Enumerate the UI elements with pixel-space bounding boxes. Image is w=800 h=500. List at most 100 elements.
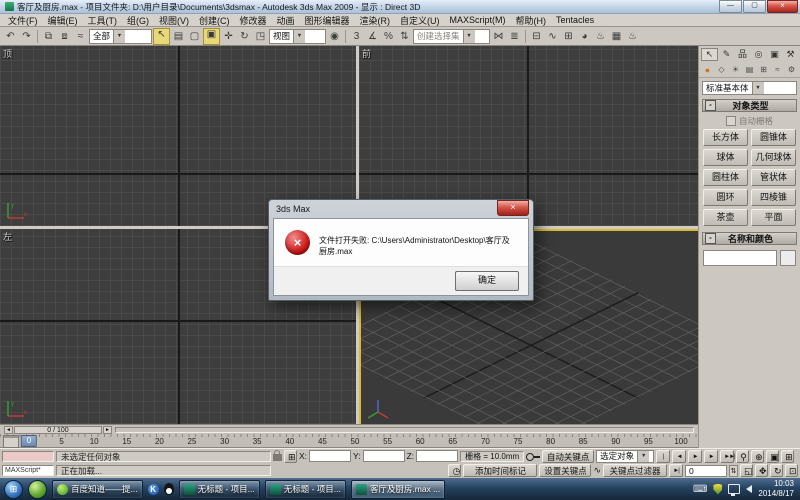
security-shield-icon[interactable] bbox=[713, 484, 722, 495]
next-key-button[interactable]: ►| bbox=[669, 464, 683, 477]
use-pivot-center-icon[interactable]: ◉ bbox=[327, 29, 342, 44]
selection-filter-dropdown[interactable]: 全部 ▼ bbox=[89, 29, 152, 44]
y-coordinate-field[interactable] bbox=[363, 450, 405, 462]
spacewarps-category-icon[interactable]: ≈ bbox=[771, 65, 784, 74]
object-type-rollout[interactable]: - 对象类型 bbox=[702, 99, 797, 112]
spinner-snap-icon[interactable]: ⇅ bbox=[397, 29, 412, 44]
shapes-category-icon[interactable]: ◇ bbox=[715, 65, 728, 74]
time-slider[interactable]: 0 / 100 bbox=[14, 426, 102, 434]
systems-category-icon[interactable]: ⚙ bbox=[785, 65, 798, 74]
tab-display[interactable]: ▣ bbox=[767, 48, 782, 61]
chevron-down-icon[interactable]: ▼ bbox=[113, 30, 125, 43]
time-slider-track[interactable] bbox=[115, 427, 694, 433]
pyramid-button[interactable]: 四棱锥 bbox=[751, 189, 796, 206]
menu-modifiers[interactable]: 修改器 bbox=[235, 14, 272, 27]
taskbar-active-window[interactable]: 客厅及厨房.max ... bbox=[351, 480, 445, 499]
chevron-down-icon[interactable]: ▼ bbox=[637, 451, 649, 462]
zoom-all-icon[interactable]: ⊕ bbox=[751, 450, 764, 463]
tab-hierarchy[interactable]: 品 bbox=[735, 48, 750, 61]
collapse-icon[interactable]: - bbox=[705, 233, 716, 244]
key-filters-button[interactable]: 关键点过滤器 bbox=[603, 464, 667, 477]
menu-edit[interactable]: 编辑(E) bbox=[43, 14, 83, 27]
sphere-button[interactable]: 球体 bbox=[703, 149, 748, 166]
cylinder-button[interactable]: 圆柱体 bbox=[703, 169, 748, 186]
go-to-end-button[interactable]: ►►| bbox=[720, 450, 734, 463]
named-selection-set-dropdown[interactable]: 创建选择集 ▼ bbox=[413, 29, 490, 44]
play-button[interactable]: ► bbox=[688, 450, 702, 463]
chevron-down-icon[interactable]: ▼ bbox=[752, 82, 764, 94]
layer-manager-icon[interactable]: ⊟ bbox=[529, 29, 544, 44]
arc-rotate-icon[interactable]: ↻ bbox=[770, 464, 783, 477]
rendered-frame-icon[interactable]: ▦ bbox=[609, 29, 624, 44]
viewport-top-label[interactable]: 顶 bbox=[3, 47, 12, 60]
taskbar-max-window-1[interactable]: 无标题 - 项目... bbox=[179, 480, 260, 499]
volume-icon[interactable] bbox=[746, 485, 752, 493]
tab-motion[interactable]: ◎ bbox=[751, 48, 766, 61]
maximize-viewport-toggle-icon[interactable]: ⊡ bbox=[785, 464, 798, 477]
menu-group[interactable]: 组(G) bbox=[122, 14, 154, 27]
align-icon[interactable]: ≣ bbox=[507, 29, 522, 44]
autogrid-checkbox[interactable] bbox=[726, 116, 736, 126]
track-bar[interactable]: 0510152025303540455055606570758085909510… bbox=[0, 434, 698, 448]
snap-toggle-3d-icon[interactable]: 3 bbox=[349, 29, 364, 44]
qq-icon[interactable] bbox=[164, 483, 174, 495]
helpers-category-icon[interactable]: ⊞ bbox=[757, 65, 770, 74]
frame-spinner[interactable]: ⇅ bbox=[729, 465, 738, 477]
menu-views[interactable]: 视图(V) bbox=[154, 14, 194, 27]
menu-create[interactable]: 创建(C) bbox=[194, 14, 235, 27]
region-zoom-icon[interactable]: ◱ bbox=[740, 464, 753, 477]
tab-create[interactable]: ↖ bbox=[701, 48, 718, 61]
set-key-button[interactable]: 设置关键点 bbox=[539, 464, 591, 477]
absolute-mode-icon[interactable]: ⊞ bbox=[284, 450, 297, 463]
select-rotate-icon[interactable]: ↻ bbox=[237, 29, 252, 44]
name-color-rollout[interactable]: - 名称和颜色 bbox=[702, 232, 797, 245]
select-move-icon[interactable]: ✛ bbox=[221, 29, 236, 44]
redo-icon[interactable]: ↷ bbox=[19, 29, 34, 44]
menu-customize[interactable]: 自定义(U) bbox=[395, 14, 445, 27]
time-slider-right-arrow[interactable]: ► bbox=[103, 426, 112, 434]
geometry-category-icon[interactable]: ● bbox=[701, 65, 714, 75]
chevron-down-icon[interactable]: ▼ bbox=[293, 30, 305, 43]
close-button[interactable]: × bbox=[767, 0, 798, 13]
auto-key-button[interactable]: 自动关键点 bbox=[542, 450, 594, 463]
zoom-extents-icon[interactable]: ▣ bbox=[766, 450, 779, 463]
box-button[interactable]: 长方体 bbox=[703, 129, 748, 146]
macro-recorder-field[interactable] bbox=[2, 451, 54, 462]
cone-button[interactable]: 圆锥体 bbox=[751, 129, 796, 146]
viewport-left-label[interactable]: 左 bbox=[3, 230, 12, 243]
mini-listener-icon[interactable] bbox=[3, 435, 19, 448]
reference-coordinate-dropdown[interactable]: 视图 ▼ bbox=[269, 29, 326, 44]
tube-button[interactable]: 管状体 bbox=[751, 169, 796, 186]
torus-button[interactable]: 圆环 bbox=[703, 189, 748, 206]
ok-button[interactable]: 确定 bbox=[455, 271, 519, 291]
tab-utilities[interactable]: ⚒ bbox=[783, 48, 798, 61]
browser-launcher-icon[interactable] bbox=[28, 480, 47, 499]
next-frame-button[interactable]: ► bbox=[704, 450, 718, 463]
taskbar-max-window-2[interactable]: 无标题 - 项目... bbox=[265, 480, 346, 499]
angle-snap-icon[interactable]: ∡ bbox=[365, 29, 380, 44]
select-link-icon[interactable]: ⧉ bbox=[41, 29, 56, 44]
tab-modify[interactable]: ✎ bbox=[719, 48, 734, 61]
schematic-view-icon[interactable]: ⊞ bbox=[561, 29, 576, 44]
taskbar-baidu-window[interactable]: 百度知道——提... bbox=[52, 480, 143, 499]
network-icon[interactable] bbox=[728, 484, 740, 494]
rectangular-selection-icon[interactable]: ▢ bbox=[187, 29, 202, 44]
time-slider-left-arrow[interactable]: ◄ bbox=[4, 426, 13, 434]
menu-tools[interactable]: 工具(T) bbox=[83, 14, 123, 27]
geosphere-button[interactable]: 几何球体 bbox=[751, 149, 796, 166]
go-to-start-button[interactable]: |◄◄ bbox=[656, 450, 670, 463]
teapot-button[interactable]: 茶壶 bbox=[703, 209, 748, 226]
menu-tentacles[interactable]: Tentacles bbox=[551, 15, 599, 25]
input-method-icon[interactable]: ⌨ bbox=[693, 484, 707, 495]
select-scale-icon[interactable]: ◳ bbox=[253, 29, 268, 44]
start-button[interactable]: ⊞ bbox=[4, 480, 23, 499]
mirror-icon[interactable]: ⋈ bbox=[491, 29, 506, 44]
menu-file[interactable]: 文件(F) bbox=[3, 14, 43, 27]
k-player-icon[interactable]: K bbox=[148, 484, 159, 495]
undo-icon[interactable]: ↶ bbox=[3, 29, 18, 44]
x-coordinate-field[interactable] bbox=[309, 450, 351, 462]
add-time-tag-button[interactable]: 添加时间标记 bbox=[463, 464, 537, 477]
previous-frame-button[interactable]: ◄ bbox=[672, 450, 686, 463]
z-coordinate-field[interactable] bbox=[416, 450, 458, 462]
primitive-type-dropdown[interactable]: 标准基本体 ▼ bbox=[702, 81, 797, 95]
